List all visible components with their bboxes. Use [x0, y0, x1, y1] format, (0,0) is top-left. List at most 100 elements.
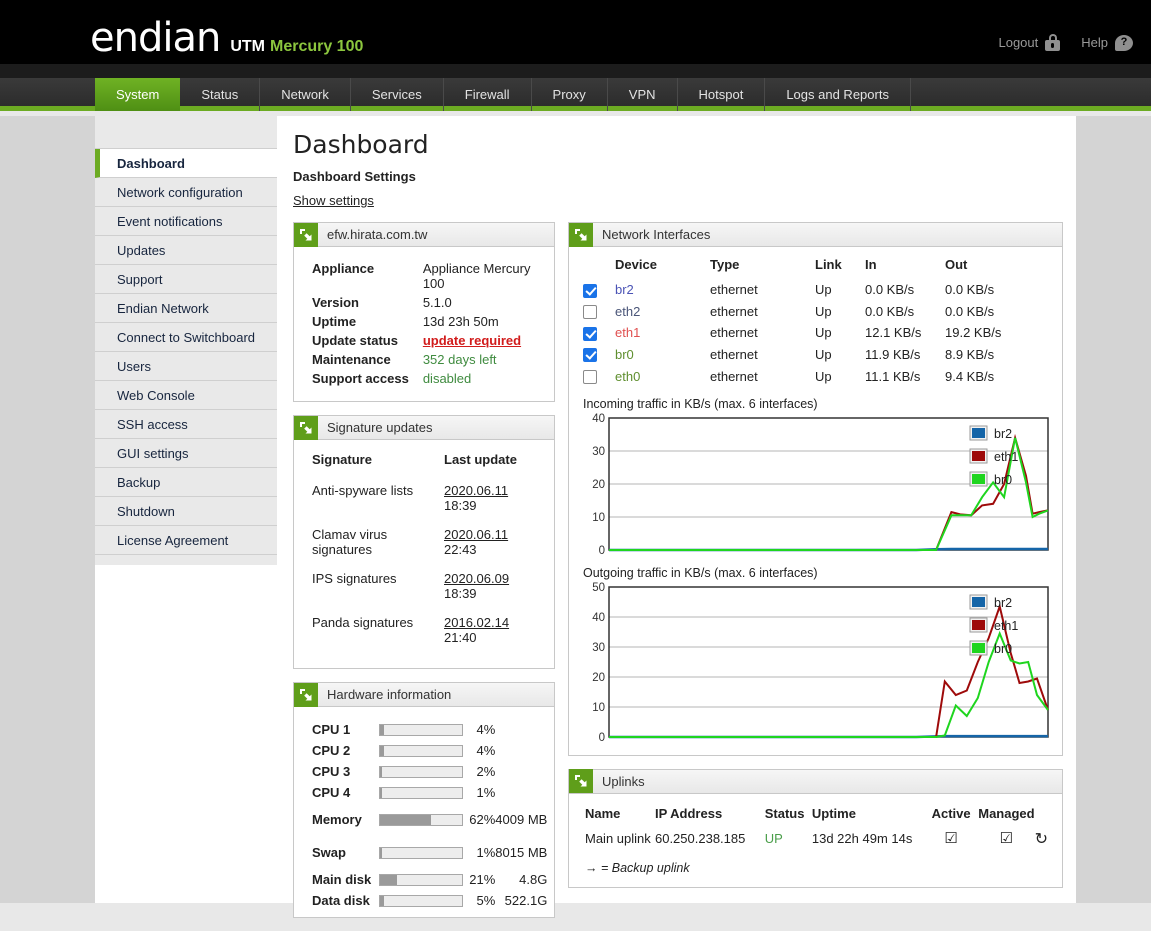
appliance-row: Uptime 13d 23h 50m: [312, 312, 540, 331]
uplink-status: UP: [764, 831, 783, 847]
hardware-percent: 1%: [476, 845, 496, 860]
hardware-row: CPU 3 2%: [312, 761, 547, 782]
interface-checkbox[interactable]: [583, 348, 597, 363]
network-column-header: Device: [615, 257, 657, 272]
interface-link-status: Up: [815, 303, 832, 319]
interface-link-status: Up: [815, 282, 832, 298]
refresh-icon[interactable]: ↻: [1035, 829, 1048, 849]
usage-progress-bar: [379, 723, 464, 736]
sidebar-item-backup[interactable]: Backup: [95, 468, 277, 497]
hardware-label: Memory: [312, 812, 362, 827]
help-bubble-icon[interactable]: ?: [1115, 34, 1133, 51]
nav-tab-system[interactable]: System: [95, 78, 181, 111]
network-interface-row: br2 ethernet Up 0.0 KB/s 0.0 KB/s: [583, 279, 1048, 301]
signature-last-update: 2020.06.11 18:39: [444, 479, 540, 523]
hardware-panel-header: Hardware information: [294, 682, 554, 707]
signature-row: Panda signatures 2016.02.14 21:40: [312, 611, 540, 655]
interface-in-rate: 0.0 KB/s: [865, 303, 915, 319]
hardware-size: [495, 719, 547, 740]
uplink-managed-checkbox[interactable]: ☑: [978, 827, 1034, 851]
appliance-row: Appliance Appliance Mercury 100: [312, 259, 540, 293]
signature-column-header: Last update: [444, 452, 517, 467]
uplink-active-checkbox[interactable]: ☑: [924, 827, 978, 851]
hardware-row: CPU 2 4%: [312, 740, 547, 761]
collapse-panel-icon[interactable]: [294, 222, 318, 247]
sidebar-item-connect-to-switchboard[interactable]: Connect to Switchboard: [95, 323, 277, 352]
appliance-row-value: Appliance Mercury 100: [422, 261, 531, 291]
interface-type: ethernet: [710, 325, 758, 341]
interface-out-rate: 9.4 KB/s: [945, 368, 995, 384]
nav-tab-services[interactable]: Services: [351, 78, 444, 111]
nav-tab-status[interactable]: Status: [180, 78, 261, 111]
interface-device[interactable]: eth1: [615, 322, 710, 344]
nav-tab-network[interactable]: Network: [260, 78, 351, 111]
signature-updates-panel: Signature updates Signature Last update A…: [293, 415, 555, 669]
collapse-panel-icon[interactable]: [569, 769, 593, 794]
interface-in-rate: 11.9 KB/s: [865, 346, 921, 362]
usage-progress-bar: [379, 744, 464, 757]
collapse-panel-icon[interactable]: [569, 222, 593, 247]
interface-device[interactable]: br2: [615, 279, 710, 301]
network-interface-row: eth1 ethernet Up 12.1 KB/s 19.2 KB/s: [583, 322, 1048, 344]
uplink-row: Main uplink 60.250.238.185 UP 13d 22h 49m 1…: [585, 827, 1048, 851]
interface-link-status: Up: [815, 368, 832, 384]
network-column-header: In: [865, 257, 877, 272]
sidebar-item-users[interactable]: Users: [95, 352, 277, 381]
sidebar-item-updates[interactable]: Updates: [95, 236, 277, 265]
left-gutter: [0, 116, 95, 903]
sidebar-item-gui-settings[interactable]: GUI settings: [95, 439, 277, 468]
appliance-row-value[interactable]: update required: [423, 331, 540, 350]
incoming-traffic-chart: 0 10 20 30 40 br2 eth1 br0: [583, 412, 1049, 556]
interface-device[interactable]: eth2: [615, 301, 710, 323]
appliance-row-value: 13d 23h 50m: [422, 314, 499, 329]
lock-icon: [1045, 34, 1061, 51]
sidebar-item-web-console[interactable]: Web Console: [95, 381, 277, 410]
sidebar-item-ssh-access[interactable]: SSH access: [95, 410, 277, 439]
nav-tab-vpn[interactable]: VPN: [608, 78, 678, 111]
usage-progress-fill: [380, 724, 384, 735]
uplinks-column-header: Status: [764, 805, 805, 821]
nav-tab-proxy[interactable]: Proxy: [532, 78, 608, 111]
nav-tab-hotspot[interactable]: Hotspot: [678, 78, 766, 111]
hardware-percent: 4%: [476, 743, 496, 758]
interface-checkbox[interactable]: [583, 326, 597, 341]
signature-date-link[interactable]: 2016.02.14: [444, 615, 509, 630]
uplinks-panel-title: Uplinks: [602, 773, 645, 789]
appliance-row: Update status update required: [312, 331, 540, 350]
nav-tab-firewall[interactable]: Firewall: [444, 78, 532, 111]
collapse-panel-icon[interactable]: [294, 682, 318, 707]
interface-in-rate: 0.0 KB/s: [865, 282, 915, 298]
sidebar-item-event-notifications[interactable]: Event notifications: [95, 207, 277, 236]
sidebar-item-license-agreement[interactable]: License Agreement: [95, 526, 277, 555]
usage-progress-fill: [380, 895, 385, 906]
collapse-panel-icon[interactable]: [294, 415, 318, 440]
logout-button[interactable]: Logout: [998, 35, 1038, 50]
uplinks-panel: Uplinks Name IP Address Status Uptime Active…: [568, 768, 1063, 888]
sidebar-item-shutdown[interactable]: Shutdown: [95, 497, 277, 526]
help-button[interactable]: Help: [1081, 35, 1108, 50]
page-title: Dashboard: [293, 130, 429, 159]
interface-device[interactable]: eth0: [615, 365, 710, 387]
interface-checkbox[interactable]: [583, 283, 597, 298]
hardware-percent: 62%: [469, 812, 496, 827]
signature-date-link[interactable]: 2020.06.11: [444, 527, 508, 542]
signature-date-link[interactable]: 2020.06.11: [444, 483, 508, 498]
interface-checkbox[interactable]: [583, 305, 597, 320]
show-settings-link[interactable]: Show settings: [293, 193, 374, 208]
signature-date-link[interactable]: 2020.06.09: [444, 571, 509, 586]
hardware-table: CPU 1 4% CPU 2 4% CPU 3 2% CPU 4 1% Memory 62% 400…: [312, 719, 547, 911]
hardware-row: CPU 4 1%: [312, 782, 547, 803]
chart-y-tick-label: 10: [592, 702, 605, 714]
sidebar-item-endian-network[interactable]: Endian Network: [95, 294, 277, 323]
chart-y-tick-label: 20: [592, 479, 605, 491]
hardware-size: [495, 761, 547, 782]
interface-device[interactable]: br0: [615, 344, 710, 366]
sidebar-item-support[interactable]: Support: [95, 265, 277, 294]
sidebar-item-network-configuration[interactable]: Network configuration: [95, 178, 277, 207]
sidebar-item-list: Dashboard Network configuration Event noti…: [95, 149, 277, 555]
sidebar-item-dashboard[interactable]: Dashboard: [95, 149, 277, 178]
interface-checkbox[interactable]: [583, 369, 597, 384]
nav-tab-logs-and-reports[interactable]: Logs and Reports: [765, 78, 911, 111]
appliance-info-table: Appliance Appliance Mercury 100 Version 5.1…: [312, 259, 540, 388]
hardware-label: CPU 4: [312, 785, 351, 800]
